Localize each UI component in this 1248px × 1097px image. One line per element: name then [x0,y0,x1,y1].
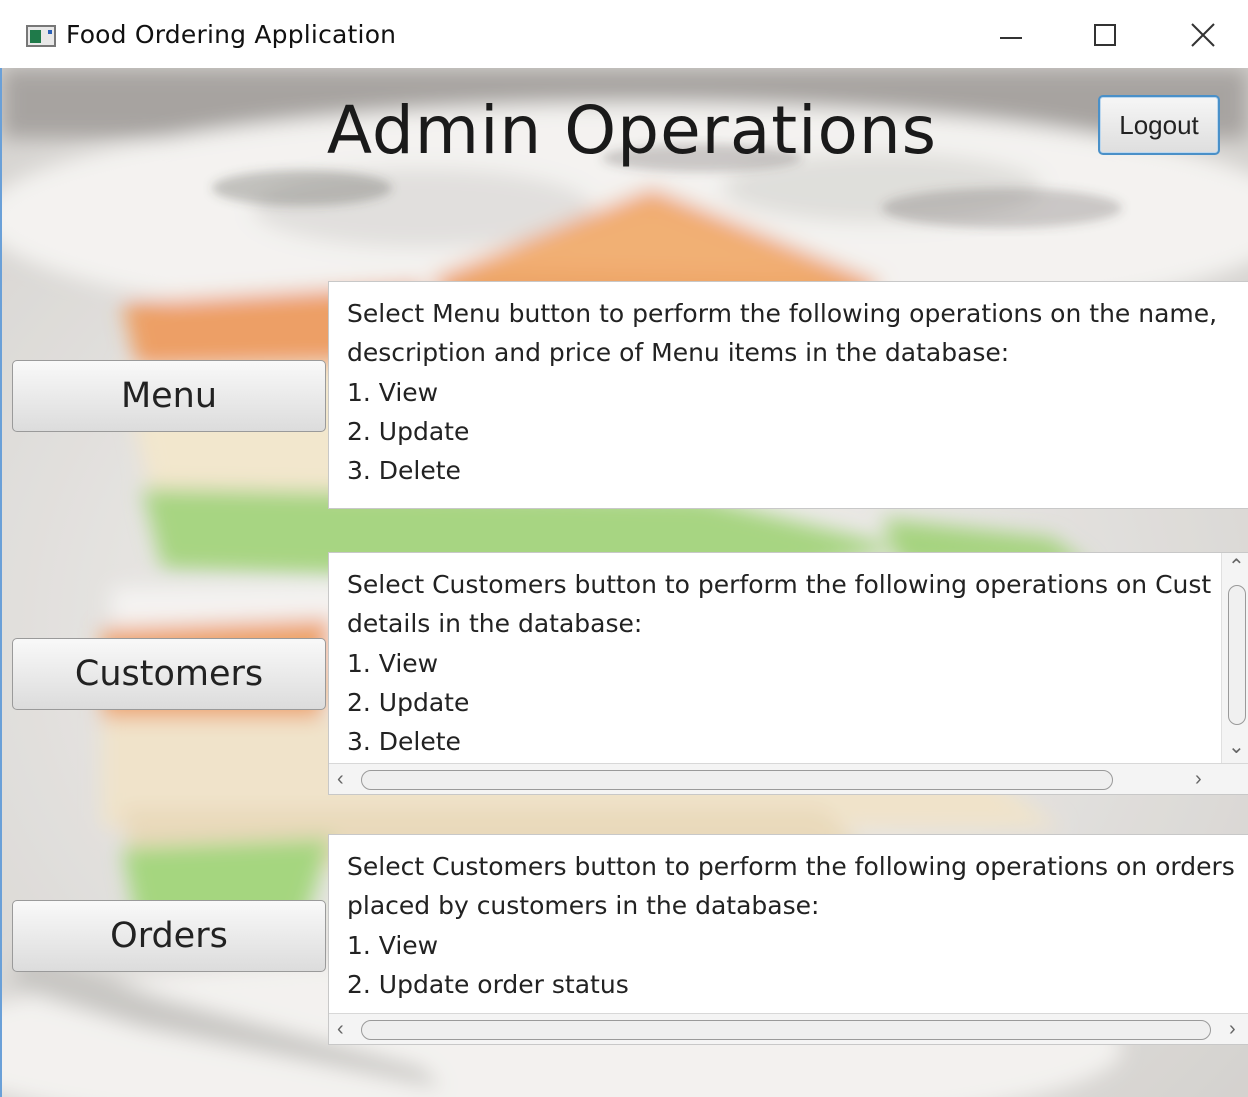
title-bar[interactable]: Food Ordering Application [0,0,1248,68]
text-line: 1. View [347,377,439,407]
chevron-right-icon[interactable]: › [1229,1019,1236,1039]
horizontal-scrollbar[interactable]: ‹ › [329,763,1248,794]
customers-description-text: Select Customers button to perform the f… [347,565,1211,761]
text-line: 3. Delete [347,727,461,757]
chevron-right-icon[interactable]: › [1195,769,1202,789]
chevron-left-icon[interactable]: ‹ [337,769,344,789]
logout-button[interactable]: Logout [1098,95,1220,155]
text-line: 3. Delete [347,456,461,486]
close-button[interactable] [1180,14,1226,58]
text-line: 1. View [347,648,439,678]
menu-button[interactable]: Menu [12,360,326,432]
orders-button[interactable]: Orders [12,900,326,972]
text-line: Select Customers button to perform the f… [347,852,1235,881]
text-line: description and price of Menu items in t… [347,338,1010,368]
scrollbar-thumb[interactable] [1228,585,1246,725]
text-line: Select Customers button to perform the f… [347,570,1212,599]
text-line: 2. Update [347,687,470,717]
customers-button[interactable]: Customers [12,638,326,710]
orders-description-panel[interactable]: Select Customers button to perform the f… [328,834,1248,1045]
menu-description-text: Select Menu button to perform the follow… [347,294,1217,490]
horizontal-scrollbar[interactable]: ‹ › [329,1013,1248,1044]
vertical-scrollbar[interactable]: ⌃ ⌄ [1221,553,1248,763]
chevron-down-icon[interactable]: ⌄ [1228,737,1245,757]
text-line: details in the database: [347,609,643,639]
minimize-button[interactable] [988,14,1034,58]
scrollbar-thumb[interactable] [361,1020,1211,1040]
minimize-icon [1000,37,1022,39]
scrollbar-thumb[interactable] [361,770,1113,790]
main-content: Admin Operations Logout Menu Select Menu… [2,68,1248,1097]
text-line: 2. Update [347,416,470,446]
app-window-icon [26,25,56,47]
text-line: 1. View [347,930,439,960]
window-title: Food Ordering Application [66,20,397,49]
close-icon [1191,23,1215,47]
orders-description-text: Select Customers button to perform the f… [347,847,1235,1004]
page-title: Admin Operations [326,92,938,169]
chevron-left-icon[interactable]: ‹ [337,1019,344,1039]
text-line: Select Menu button to perform the follow… [347,299,1218,328]
maximize-icon [1094,24,1116,46]
customers-description-panel[interactable]: Select Customers button to perform the f… [328,552,1248,795]
chevron-up-icon[interactable]: ⌃ [1228,557,1245,577]
text-line: 2. Update order status [347,969,629,999]
maximize-button[interactable] [1082,14,1128,58]
text-line: placed by customers in the database: [347,891,820,921]
menu-description-panel[interactable]: Select Menu button to perform the follow… [328,281,1248,509]
